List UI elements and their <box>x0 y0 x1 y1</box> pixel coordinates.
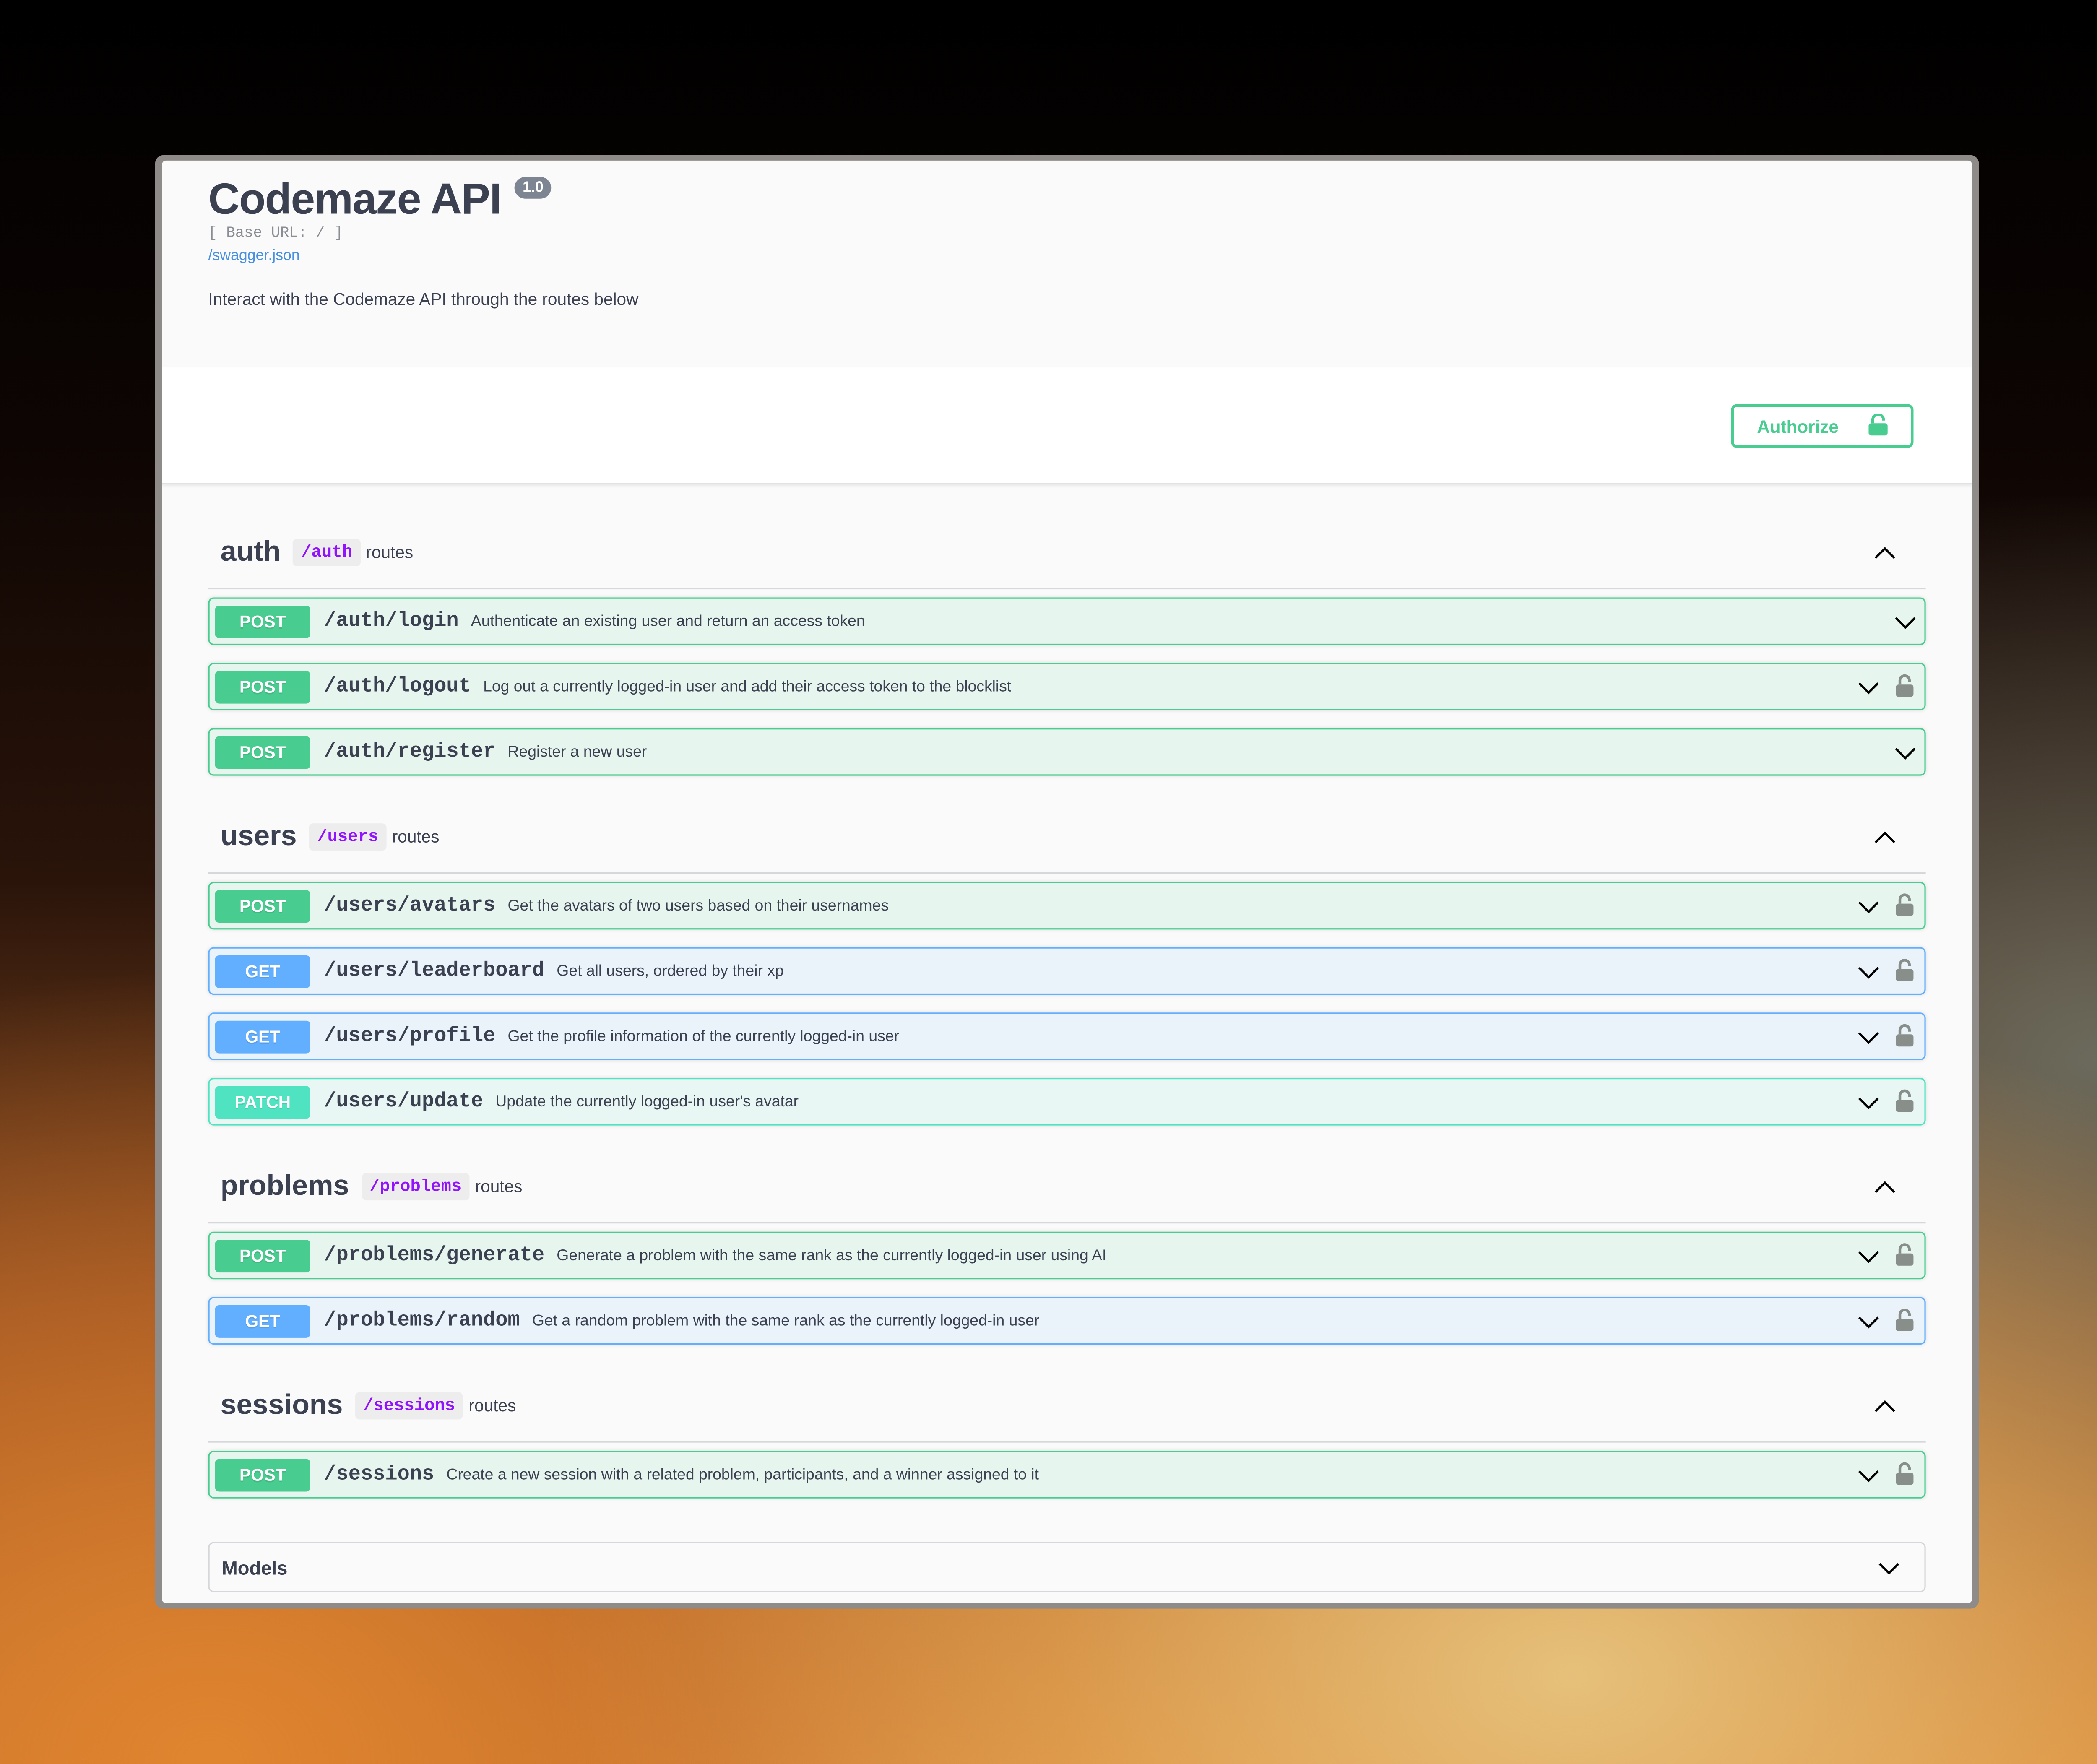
chevron-down-icon[interactable] <box>1858 678 1879 702</box>
tag-description: routes <box>392 827 440 847</box>
operation-description: Generate a problem with the same rank as… <box>557 1247 1107 1264</box>
operation-path: /users/update <box>324 1090 484 1114</box>
operation-row[interactable]: GET /users/leaderboard Get all users, or… <box>208 947 1926 995</box>
tag-description: routes <box>366 543 414 562</box>
operation-path: /users/avatars <box>324 894 496 918</box>
lock-icon[interactable] <box>1896 1243 1914 1272</box>
operation-path: /problems/generate <box>324 1244 545 1267</box>
lock-icon[interactable] <box>1896 1308 1914 1337</box>
swagger-json-link[interactable]: /swagger.json <box>208 248 299 264</box>
method-badge: POST <box>215 605 310 638</box>
method-badge: POST <box>215 889 310 922</box>
chevron-down-icon[interactable] <box>1858 1093 1879 1117</box>
operation-description: Get a random problem with the same rank … <box>532 1312 1040 1329</box>
operation-row[interactable]: POST /users/avatars Get the avatars of t… <box>208 882 1926 930</box>
tag-header-auth[interactable]: auth /auth routes <box>208 517 1926 590</box>
operation-row[interactable]: PATCH /users/update Update the currently… <box>208 1078 1926 1126</box>
chevron-down-icon[interactable] <box>1858 962 1879 986</box>
method-badge: POST <box>215 735 310 768</box>
chevron-up-icon[interactable] <box>1874 826 1896 851</box>
operation-row[interactable]: POST /sessions Create a new session with… <box>208 1451 1926 1499</box>
chevron-down-icon[interactable] <box>1878 1558 1900 1583</box>
operation-description: Get the avatars of two users based on th… <box>507 898 889 914</box>
models-section[interactable]: Models <box>208 1542 1926 1592</box>
tag-name: sessions <box>220 1389 343 1421</box>
tag-path: /sessions <box>355 1392 463 1420</box>
method-badge: GET <box>215 1020 310 1053</box>
tag-header-users[interactable]: users /users routes <box>208 801 1926 874</box>
operation-description: Register a new user <box>507 744 647 760</box>
operation-description: Get all users, ordered by their xp <box>557 963 784 979</box>
lock-icon[interactable] <box>1896 1462 1914 1491</box>
operation-description: Update the currently logged-in user's av… <box>495 1093 799 1110</box>
method-badge: GET <box>215 1304 310 1337</box>
method-badge: POST <box>215 1239 310 1272</box>
lock-icon[interactable] <box>1896 893 1914 923</box>
browser-window: Codemaze API 1.0 [ Base URL: / ] /swagge… <box>155 155 1979 1609</box>
tag-path: /users <box>309 823 387 851</box>
authorize-button[interactable]: Authorize <box>1731 404 1914 448</box>
base-url: [ Base URL: / ] <box>208 226 343 242</box>
operation-path: /users/profile <box>324 1025 496 1048</box>
info-section: Codemaze API 1.0 [ Base URL: / ] /swagge… <box>162 160 1972 368</box>
operation-row[interactable]: GET /users/profile Get the profile infor… <box>208 1012 1926 1060</box>
lock-icon[interactable] <box>1896 1089 1914 1119</box>
chevron-up-icon[interactable] <box>1874 542 1896 566</box>
api-description: Interact with the Codemaze API through t… <box>208 290 639 309</box>
lock-icon[interactable] <box>1896 958 1914 988</box>
method-badge: PATCH <box>215 1085 310 1118</box>
chevron-down-icon[interactable] <box>1894 743 1916 768</box>
operation-path: /auth/login <box>324 609 459 633</box>
page-title: Codemaze API <box>208 174 502 224</box>
tag-path: /auth <box>293 539 361 566</box>
tag-name: users <box>220 820 297 852</box>
lock-icon[interactable] <box>1896 674 1914 703</box>
tag-description: routes <box>468 1396 516 1415</box>
lock-icon[interactable] <box>1896 1023 1914 1053</box>
tag-name: auth <box>220 536 281 568</box>
tag-description: routes <box>475 1177 523 1197</box>
operation-description: Get the profile information of the curre… <box>507 1028 899 1045</box>
operation-description: Create a new session with a related prob… <box>446 1466 1039 1483</box>
authorize-label: Authorize <box>1757 416 1839 437</box>
tag-header-problems[interactable]: problems /problems routes <box>208 1151 1926 1224</box>
operations-list: auth /auth routes POST /auth/login Authe… <box>208 484 1926 1499</box>
method-badge: POST <box>215 1458 310 1491</box>
tag-name: problems <box>220 1170 349 1202</box>
swagger-ui: Codemaze API 1.0 [ Base URL: / ] /swagge… <box>162 160 1972 1603</box>
operation-path: /auth/logout <box>324 675 471 698</box>
unlock-icon <box>1868 412 1888 439</box>
operation-row[interactable]: POST /auth/login Authenticate an existin… <box>208 597 1926 645</box>
operation-path: /users/leaderboard <box>324 959 545 983</box>
chevron-up-icon[interactable] <box>1874 1395 1896 1419</box>
models-label: Models <box>221 1556 288 1578</box>
version-badge: 1.0 <box>514 177 552 199</box>
operation-row[interactable]: POST /problems/generate Generate a probl… <box>208 1231 1926 1280</box>
chevron-down-icon[interactable] <box>1858 897 1879 921</box>
operation-path: /sessions <box>324 1463 434 1486</box>
chevron-down-icon[interactable] <box>1858 1466 1879 1490</box>
operation-row[interactable]: GET /problems/random Get a random proble… <box>208 1297 1926 1345</box>
chevron-down-icon[interactable] <box>1858 1312 1879 1336</box>
chevron-down-icon[interactable] <box>1858 1028 1879 1052</box>
operation-row[interactable]: POST /auth/logout Log out a currently lo… <box>208 663 1926 710</box>
method-badge: GET <box>215 955 310 988</box>
operation-row[interactable]: POST /auth/register Register a new user <box>208 728 1926 776</box>
operation-path: /auth/register <box>324 740 496 764</box>
tag-header-sessions[interactable]: sessions /sessions routes <box>208 1371 1926 1443</box>
operation-path: /problems/random <box>324 1309 520 1332</box>
chevron-down-icon[interactable] <box>1858 1246 1879 1271</box>
method-badge: POST <box>215 670 310 703</box>
operation-description: Authenticate an existing user and return… <box>471 613 865 630</box>
operation-description: Log out a currently logged-in user and a… <box>483 678 1012 695</box>
scheme-container: Authorize <box>162 367 1972 485</box>
chevron-down-icon[interactable] <box>1894 612 1916 637</box>
chevron-up-icon[interactable] <box>1874 1176 1896 1200</box>
tag-path: /problems <box>361 1173 470 1201</box>
